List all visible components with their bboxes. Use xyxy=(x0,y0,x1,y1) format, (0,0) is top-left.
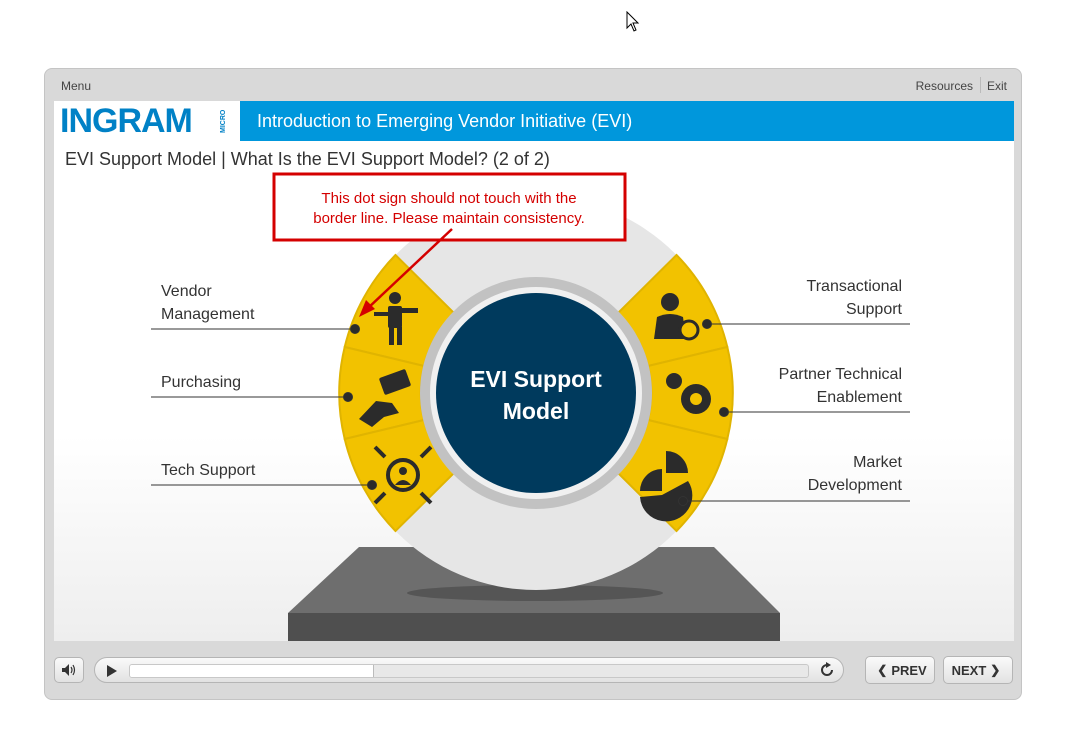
support-model-diagram: EVI Support Model Vendor Management Purc… xyxy=(151,172,910,641)
pedestal-front xyxy=(288,613,780,641)
prev-button[interactable]: ❮ PREV xyxy=(865,656,935,684)
progress-fill xyxy=(130,665,375,677)
prev-label: PREV xyxy=(891,662,927,678)
volume-button[interactable] xyxy=(54,657,84,683)
slide-canvas: INGRAM MICRO Introduction to Emerging Ve… xyxy=(54,101,1014,641)
annotation-line1: This dot sign should not touch with the xyxy=(321,190,576,207)
exit-button[interactable]: Exit xyxy=(987,79,1007,93)
menu-button[interactable]: Menu xyxy=(61,79,91,93)
center-circle xyxy=(436,293,636,493)
player-topbar: Menu Resources Exit xyxy=(45,69,1021,101)
mouse-cursor-icon xyxy=(626,11,640,32)
label-tech-support: Tech Support xyxy=(161,462,256,479)
label-transactional-1: Transactional xyxy=(807,278,902,295)
center-title-line2: Model xyxy=(503,398,569,424)
next-button[interactable]: NEXT ❯ xyxy=(943,656,1013,684)
label-vendor-management-2: Management xyxy=(161,306,255,323)
annotation-line2: border line. Please maintain consistency… xyxy=(313,210,585,227)
label-transactional-2: Support xyxy=(846,301,903,318)
label-partner-technical-2: Enablement xyxy=(817,389,903,406)
label-market-development-2: Development xyxy=(808,477,903,494)
label-purchasing: Purchasing xyxy=(161,374,241,391)
course-player: Menu Resources Exit INGRAM MICRO Introdu… xyxy=(44,68,1022,700)
replay-icon[interactable] xyxy=(819,662,835,678)
chevron-right-icon: ❯ xyxy=(990,663,1001,677)
speaker-icon xyxy=(62,664,76,676)
label-vendor-management-1: Vendor xyxy=(161,283,212,300)
player-controls: ❮ PREV NEXT ❯ xyxy=(45,647,1021,691)
play-icon[interactable] xyxy=(107,665,117,677)
topbar-divider xyxy=(980,77,981,93)
chevron-left-icon: ❮ xyxy=(877,663,888,677)
progress-track[interactable] xyxy=(129,664,809,678)
resources-button[interactable]: Resources xyxy=(916,79,973,93)
playback-bar xyxy=(94,657,844,683)
label-partner-technical-1: Partner Technical xyxy=(779,366,902,383)
next-label: NEXT xyxy=(951,662,987,678)
center-title-line1: EVI Support xyxy=(470,366,602,392)
label-market-development-1: Market xyxy=(853,454,902,471)
